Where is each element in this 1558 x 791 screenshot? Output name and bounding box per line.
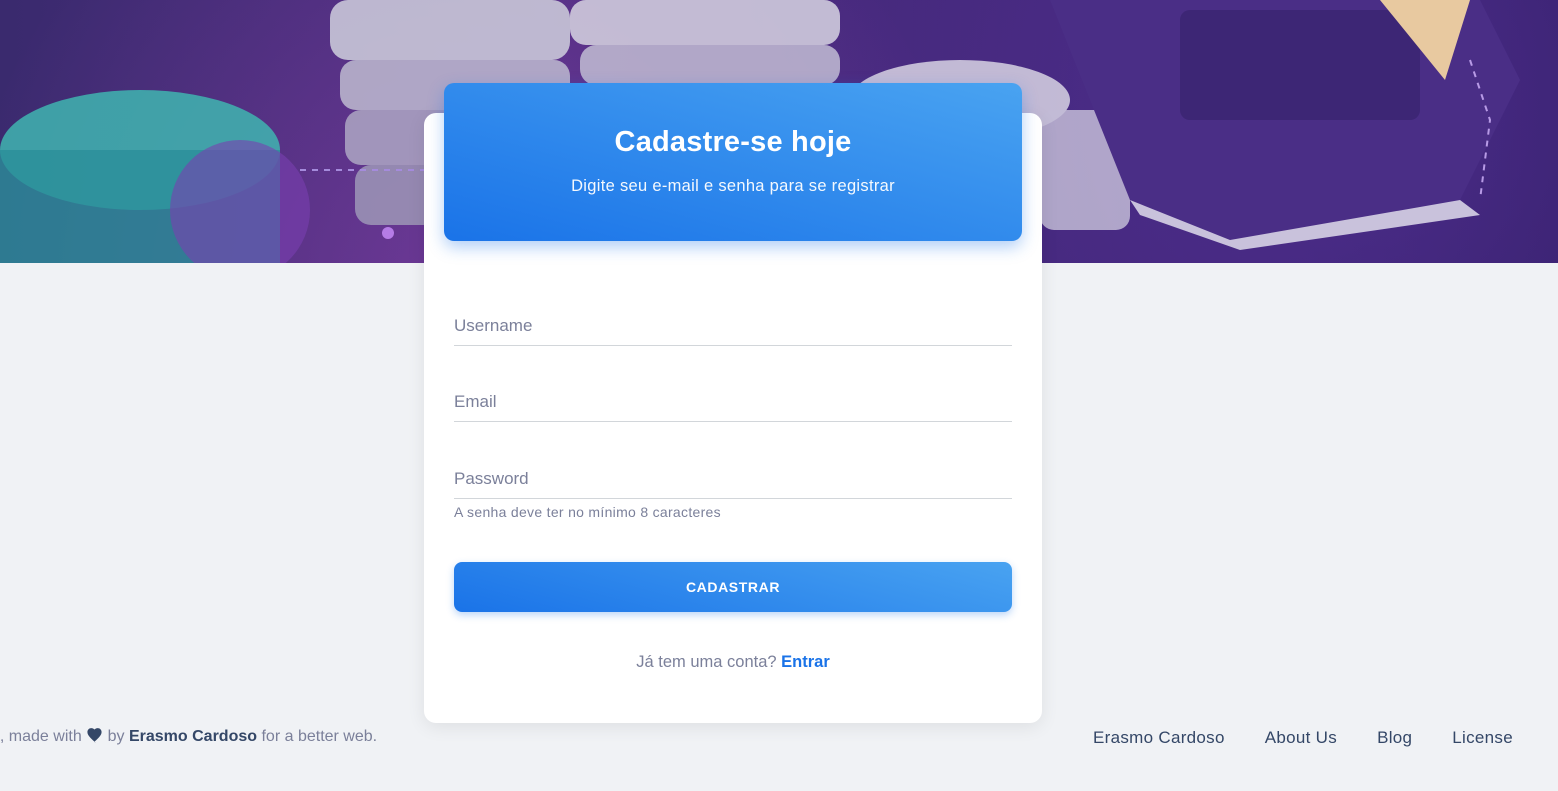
email-input[interactable] (454, 382, 1012, 422)
signin-prompt: Já tem uma conta? Entrar (424, 653, 1042, 672)
copyright-suffix: for a better web. (261, 728, 378, 745)
footer-nav: Erasmo Cardoso About Us Blog License (1093, 728, 1513, 748)
signup-button[interactable]: CADASTRAR (454, 562, 1012, 612)
copyright-prefix: 5, made with (0, 728, 82, 745)
footer-link-license[interactable]: License (1452, 728, 1513, 748)
signin-prompt-text: Já tem uma conta? (636, 653, 777, 671)
password-input[interactable] (454, 459, 1012, 499)
card-title: Cadastre-se hoje (614, 126, 852, 158)
card-header: Cadastre-se hoje Digite seu e-mail e sen… (444, 83, 1022, 241)
copyright-by: by (107, 728, 125, 745)
username-input[interactable] (454, 306, 1012, 346)
heart-icon (86, 728, 103, 743)
password-helper-text: A senha deve ter no mínimo 8 caracteres (454, 504, 721, 520)
footer-link-blog[interactable]: Blog (1377, 728, 1412, 748)
signin-link[interactable]: Entrar (781, 653, 830, 671)
footer-link-erasmo-cardoso[interactable]: Erasmo Cardoso (1093, 728, 1225, 748)
footer-copyright: 5, made with by Erasmo Cardoso for a bet… (0, 728, 377, 746)
footer-link-about-us[interactable]: About Us (1265, 728, 1337, 748)
copyright-author[interactable]: Erasmo Cardoso (129, 728, 257, 745)
card-subtitle: Digite seu e-mail e senha para se regist… (571, 177, 895, 195)
